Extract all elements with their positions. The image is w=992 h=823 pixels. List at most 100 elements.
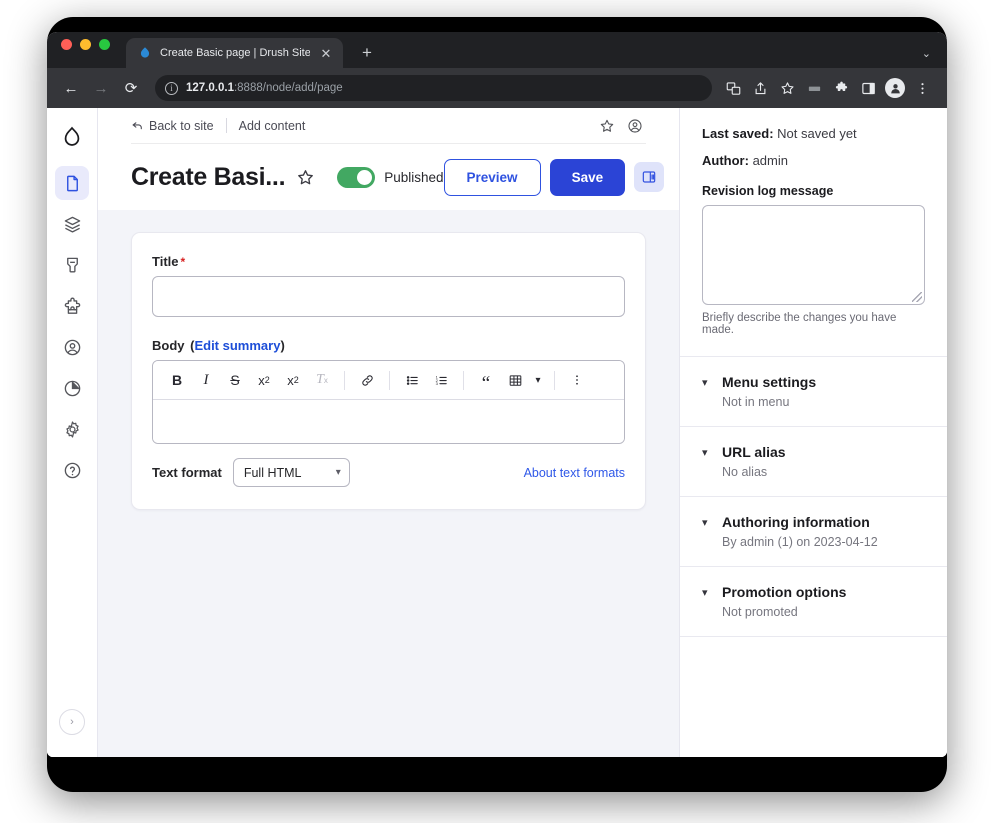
url-input[interactable]: i 127.0.0.1:8888/node/add/page bbox=[155, 75, 712, 101]
sidebar-item-structure[interactable] bbox=[55, 207, 89, 241]
drupal-droplet-logo[interactable] bbox=[55, 122, 89, 156]
browser-tab-title: Create Basic page | Drush Site- bbox=[160, 47, 310, 59]
bulleted-list-icon[interactable] bbox=[398, 366, 426, 394]
question-circle-icon bbox=[63, 461, 82, 480]
toolbar-divider bbox=[344, 370, 345, 390]
profile-avatar-icon[interactable] bbox=[882, 75, 908, 101]
admin-sidebar-rail: › bbox=[47, 108, 98, 757]
table-dropdown-chevron-down-icon[interactable]: ▾ bbox=[530, 366, 546, 394]
published-toggle-wrap: Published bbox=[337, 166, 444, 188]
last-saved-label: Last saved: bbox=[702, 126, 774, 141]
browser-toolbar-icons bbox=[720, 75, 935, 101]
accordion-menu-settings[interactable]: ▾ Menu settings Not in menu bbox=[680, 357, 947, 427]
sidebar-item-configuration[interactable] bbox=[55, 412, 89, 446]
sidebar-item-content[interactable] bbox=[55, 166, 89, 200]
chevron-down-icon: ▾ bbox=[702, 516, 708, 529]
sidebar-expand-button[interactable]: › bbox=[59, 709, 85, 735]
chevron-down-icon: ▾ bbox=[702, 376, 708, 389]
strikethrough-button[interactable]: S bbox=[221, 366, 249, 394]
browser-address-bar: ← → ⟳ i 127.0.0.1:8888/node/add/page bbox=[47, 68, 947, 108]
resize-grip-icon[interactable] bbox=[912, 292, 922, 302]
edit-summary-link[interactable]: Edit summary bbox=[194, 338, 280, 353]
toolbar-divider bbox=[463, 370, 464, 390]
toolbar-divider bbox=[389, 370, 390, 390]
text-format-select[interactable]: Full HTML ▾ bbox=[232, 458, 350, 487]
share-icon[interactable] bbox=[747, 75, 773, 101]
more-vert-icon[interactable] bbox=[909, 75, 935, 101]
chevron-down-icon[interactable]: ⌄ bbox=[922, 47, 931, 60]
accordion-header[interactable]: ▾ URL alias bbox=[702, 444, 925, 460]
accordion-title: Promotion options bbox=[722, 584, 847, 600]
layers-stack-icon bbox=[63, 215, 82, 234]
translate-icon[interactable] bbox=[720, 75, 746, 101]
ckeditor-content-area[interactable] bbox=[153, 400, 624, 443]
accordion-summary: No alias bbox=[722, 465, 768, 479]
revision-log-label: Revision log message bbox=[702, 184, 834, 198]
page-title: Create Basi... bbox=[131, 162, 286, 191]
title-input[interactable] bbox=[152, 276, 625, 317]
extensions-grid-icon[interactable] bbox=[801, 75, 827, 101]
avatar bbox=[885, 78, 905, 98]
accordion-header[interactable]: ▾ Authoring information bbox=[702, 514, 925, 530]
breadcrumb-add-content[interactable]: Add content bbox=[239, 119, 306, 133]
back-to-site-label: Back to site bbox=[149, 118, 214, 133]
ckeditor: B I S x2 x2 Tx 1 2 3 “ ▾ bbox=[152, 360, 625, 444]
url-host: 127.0.0.1 bbox=[186, 82, 234, 94]
file-document-icon bbox=[63, 174, 82, 193]
table-icon[interactable] bbox=[501, 366, 529, 394]
gear-icon bbox=[63, 420, 82, 439]
close-window-button[interactable] bbox=[61, 39, 72, 50]
shortcut-star-icon[interactable] bbox=[596, 115, 618, 137]
accordion-authoring-information[interactable]: ▾ Authoring information By admin (1) on … bbox=[680, 497, 947, 567]
bold-button[interactable]: B bbox=[163, 366, 191, 394]
maximize-window-button[interactable] bbox=[99, 39, 110, 50]
close-icon[interactable]: ✕ bbox=[318, 45, 334, 61]
sidebar-item-reports[interactable] bbox=[55, 371, 89, 405]
forward-button[interactable]: → bbox=[87, 74, 115, 102]
breadcrumb: Back to site Add content bbox=[131, 108, 646, 144]
revision-log-textarea[interactable] bbox=[702, 205, 925, 305]
accordion-header[interactable]: ▾ Promotion options bbox=[702, 584, 925, 600]
sidebar-item-extend[interactable] bbox=[55, 289, 89, 323]
save-button[interactable]: Save bbox=[549, 158, 626, 196]
blockquote-button[interactable]: “ bbox=[472, 366, 500, 394]
accordion-promotion-options[interactable]: ▾ Promotion options Not promoted bbox=[680, 567, 947, 637]
subscript-button[interactable]: x2 bbox=[279, 366, 307, 394]
italic-button[interactable]: I bbox=[192, 366, 220, 394]
back-to-site-link[interactable]: Back to site bbox=[131, 119, 214, 133]
bookmark-star-icon[interactable] bbox=[774, 75, 800, 101]
main-content-column: Back to site Add content Create Basi... bbox=[98, 108, 679, 757]
remove-format-button[interactable]: Tx bbox=[308, 366, 336, 394]
minimize-window-button[interactable] bbox=[80, 39, 91, 50]
browser-tab-strip: Create Basic page | Drush Site- ✕ + ⌄ bbox=[47, 32, 947, 68]
about-text-formats-link[interactable]: About text formats bbox=[524, 466, 625, 480]
published-toggle[interactable] bbox=[337, 166, 376, 188]
numbered-list-icon[interactable]: 123 bbox=[427, 366, 455, 394]
new-tab-button[interactable]: + bbox=[357, 42, 377, 62]
last-saved-value: Not saved yet bbox=[777, 126, 857, 141]
superscript-button[interactable]: x2 bbox=[250, 366, 278, 394]
accordion-url-alias[interactable]: ▾ URL alias No alias bbox=[680, 427, 947, 497]
user-account-icon[interactable] bbox=[624, 115, 646, 137]
site-info-icon[interactable]: i bbox=[165, 81, 178, 95]
chevron-down-icon: ▾ bbox=[335, 467, 341, 478]
title-star-icon[interactable] bbox=[296, 164, 315, 190]
side-panel-icon[interactable] bbox=[855, 75, 881, 101]
sidebar-item-people[interactable] bbox=[55, 330, 89, 364]
link-icon[interactable] bbox=[353, 366, 381, 394]
more-vert-icon[interactable] bbox=[563, 366, 591, 394]
reload-button[interactable]: ⟳ bbox=[117, 74, 145, 102]
toolbar-divider bbox=[554, 370, 555, 390]
puzzle-extension-icon[interactable] bbox=[828, 75, 854, 101]
preview-button[interactable]: Preview bbox=[443, 158, 541, 196]
author-label: Author: bbox=[702, 153, 749, 168]
url-text: 127.0.0.1:8888/node/add/page bbox=[186, 82, 343, 94]
accordion-header[interactable]: ▾ Menu settings bbox=[702, 374, 925, 390]
body-edit-summary-wrap: (Edit summary) bbox=[186, 338, 285, 353]
side-panel-toggle-icon[interactable] bbox=[634, 162, 665, 192]
sidebar-item-appearance[interactable] bbox=[55, 248, 89, 282]
puzzle-piece-icon bbox=[63, 297, 82, 316]
browser-tab[interactable]: Create Basic page | Drush Site- ✕ bbox=[126, 38, 343, 68]
sidebar-item-help[interactable] bbox=[55, 453, 89, 487]
back-button[interactable]: ← bbox=[57, 74, 85, 102]
